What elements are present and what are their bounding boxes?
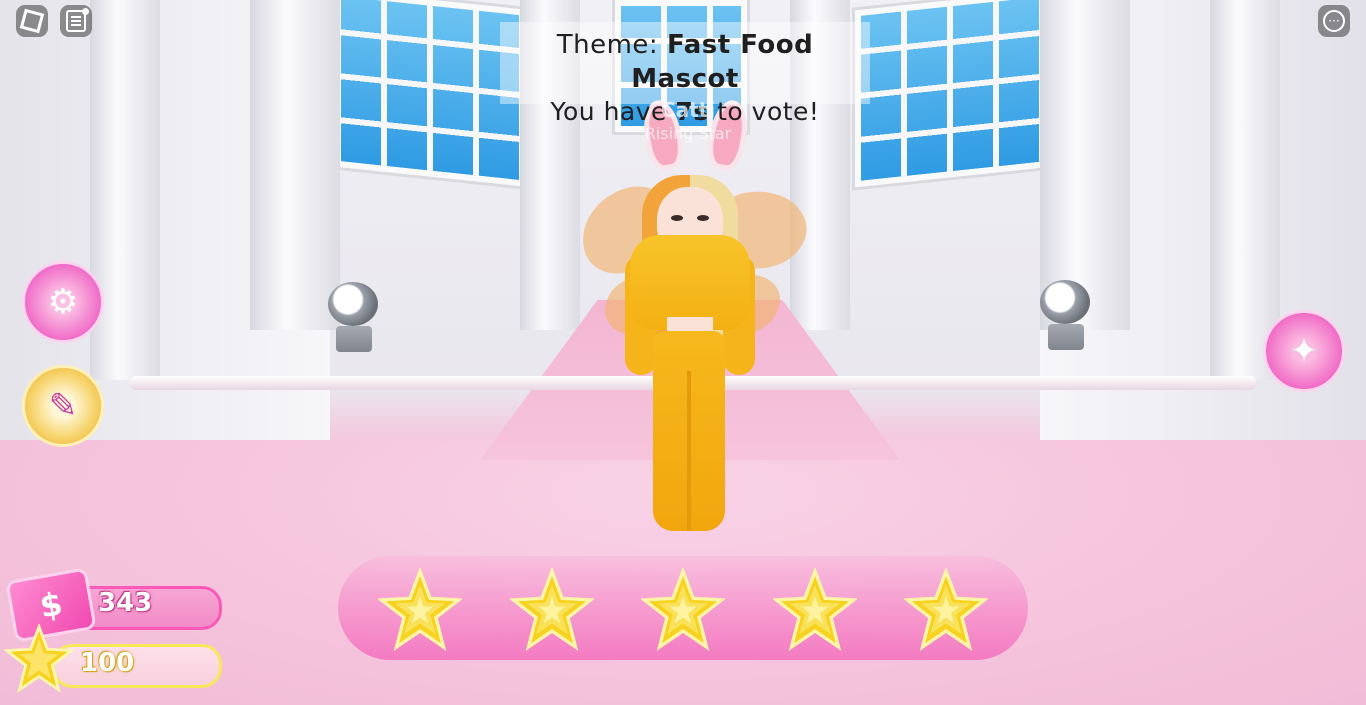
money-value: 343	[98, 588, 153, 618]
right-window	[855, 0, 1052, 188]
star-icon	[771, 566, 858, 651]
pose-button[interactable]: ✦	[1263, 310, 1345, 392]
roblox-logo-icon	[19, 8, 45, 34]
theme-label: Theme:	[556, 30, 659, 60]
puffer-jacket	[630, 235, 750, 330]
star-icon	[902, 566, 990, 651]
notification-dot	[82, 8, 89, 15]
spotlight-left	[318, 282, 388, 352]
rate-star-4-button[interactable]	[771, 566, 858, 652]
rating-bar	[338, 556, 1028, 660]
star-icon	[376, 566, 464, 651]
player-avatar	[569, 95, 816, 545]
player-title-tag: Rising Star	[644, 124, 732, 143]
pillar	[250, 0, 340, 330]
stars-value: 100	[80, 648, 135, 678]
settings-button[interactable]: ⚙	[22, 261, 104, 343]
pillar	[1210, 0, 1280, 380]
rate-star-5-button[interactable]	[902, 566, 990, 652]
rate-star-1-button[interactable]	[376, 566, 464, 652]
pillar	[90, 0, 160, 380]
star-icon	[508, 566, 595, 651]
roblox-menu-button[interactable]	[16, 5, 48, 37]
pose-dancer-icon: ✦	[1289, 331, 1319, 371]
rate-star-3-button[interactable]	[639, 566, 727, 652]
outfit-tools-button[interactable]: ✎	[22, 365, 104, 447]
rate-star-2-button[interactable]	[508, 566, 595, 652]
stars-counter	[52, 644, 222, 688]
star-icon	[639, 566, 727, 651]
theme-banner: Theme: Fast Food Mascot You have 7s to v…	[500, 22, 870, 126]
star-currency-icon	[4, 624, 74, 694]
theme-value: Fast Food Mascot	[631, 30, 814, 94]
outfit-tools-icon: ✎	[48, 386, 78, 426]
settings-gears-icon: ⚙	[47, 282, 79, 322]
theme-line: Theme: Fast Food Mascot	[500, 28, 870, 96]
chat-button[interactable]	[60, 5, 92, 37]
player-name-tag: Catti	[660, 98, 716, 122]
yellow-pants	[653, 331, 725, 531]
more-options-button[interactable]: ···	[1318, 5, 1350, 37]
more-options-icon: ···	[1323, 10, 1345, 32]
spotlight-right	[1030, 280, 1100, 350]
